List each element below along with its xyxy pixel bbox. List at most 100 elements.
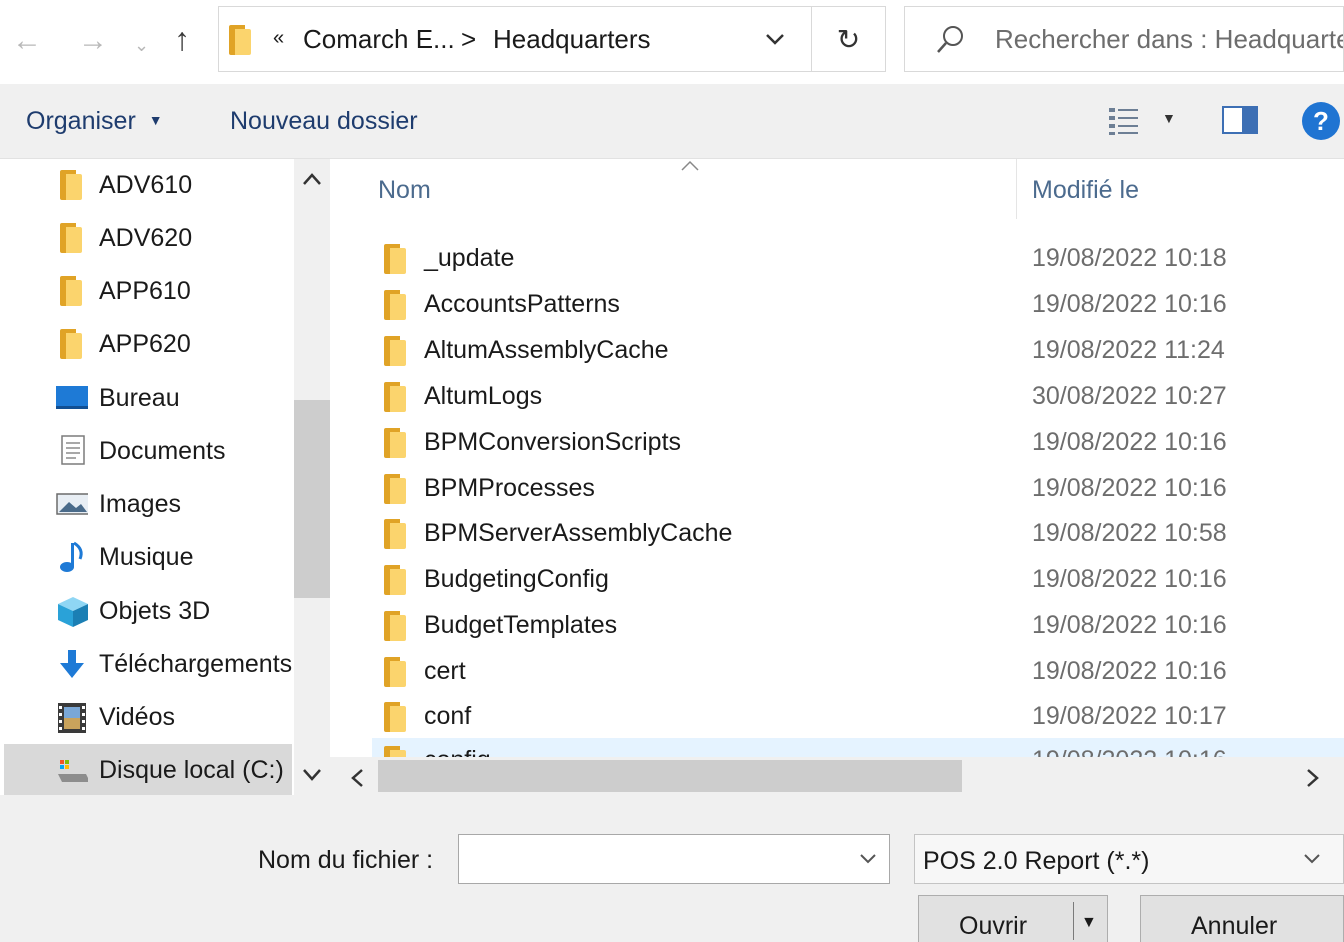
videos-icon — [58, 703, 86, 733]
help-icon[interactable]: ? — [1302, 102, 1340, 140]
file-row[interactable]: _update 19/08/2022 10:18 — [372, 236, 1344, 282]
file-modified: 19/08/2022 10:58 — [1032, 519, 1227, 547]
arrow-right-icon[interactable]: → — [78, 26, 108, 56]
nav-item-documents[interactable]: Documents — [0, 425, 294, 477]
scroll-right-icon[interactable] — [1306, 768, 1320, 788]
nav-item-app610[interactable]: APP610 — [0, 265, 294, 317]
caret-down-icon[interactable]: ▼ — [1162, 110, 1176, 126]
file-row[interactable]: AltumLogs 30/08/2022 10:27 — [372, 374, 1344, 420]
file-row[interactable]: BPMServerAssemblyCache 19/08/2022 10:58 — [372, 511, 1344, 557]
nav-item-images[interactable]: Images — [0, 478, 294, 530]
refresh-button[interactable]: ↻ — [812, 6, 886, 72]
search-placeholder: Rechercher dans : Headquarters — [995, 24, 1344, 54]
open-button[interactable]: Ouvrir ▼ — [918, 895, 1108, 942]
nav-item-label: Objets 3D — [99, 597, 211, 625]
nav-item-label: APP610 — [99, 277, 191, 305]
horizontal-scrollbar-thumb[interactable] — [378, 760, 962, 792]
breadcrumb-overflow[interactable]: « — [273, 27, 284, 50]
file-modified: 19/08/2022 10:16 — [1032, 746, 1227, 757]
file-row[interactable]: BudgetTemplates 19/08/2022 10:16 — [372, 603, 1344, 649]
file-row[interactable]: AccountsPatterns 19/08/2022 10:16 — [372, 282, 1344, 328]
view-options-icon[interactable] — [1108, 106, 1142, 136]
address-row: ← → ⌄ ↑ « Comarch E... > Headquarters ↻ … — [0, 0, 1344, 84]
folder-icon — [384, 382, 406, 412]
folder-icon — [384, 244, 406, 274]
nav-item-objets-3d[interactable]: Objets 3D — [0, 585, 294, 637]
organise-label: Organiser — [26, 107, 136, 135]
file-row[interactable]: cert 19/08/2022 10:16 — [372, 649, 1344, 695]
nav-item-bureau[interactable]: Bureau — [0, 372, 294, 424]
file-row[interactable]: BPMProcesses 19/08/2022 10:16 — [372, 466, 1344, 512]
nav-item-adv620[interactable]: ADV620 — [0, 212, 294, 264]
file-row[interactable]: BudgetingConfig 19/08/2022 10:16 — [372, 557, 1344, 603]
3d-objects-icon — [58, 597, 88, 627]
scroll-up-icon[interactable] — [302, 172, 322, 186]
nav-item-label: Disque local (C:) — [99, 756, 284, 784]
search-input[interactable]: Rechercher dans : Headquarters — [904, 6, 1344, 72]
nav-item-label: Images — [99, 490, 181, 518]
cancel-button[interactable]: Annuler — [1140, 895, 1344, 942]
file-name: AltumAssemblyCache — [424, 336, 669, 364]
desktop-icon — [56, 386, 88, 409]
filename-field[interactable] — [458, 834, 890, 884]
folder-icon — [384, 746, 406, 757]
scroll-down-icon[interactable] — [302, 768, 322, 782]
file-name: BPMConversionScripts — [424, 428, 682, 456]
folder-icon — [384, 428, 406, 458]
arrow-left-icon[interactable]: ← — [12, 26, 42, 56]
folder-icon — [384, 565, 406, 595]
file-row[interactable]: AltumAssemblyCache 19/08/2022 11:24 — [372, 328, 1344, 374]
breadcrumb-separator[interactable]: > — [461, 24, 476, 55]
file-name: AltumLogs — [424, 382, 543, 410]
file-name: BudgetTemplates — [424, 611, 618, 639]
chevron-down-icon[interactable]: ⌄ — [134, 30, 149, 60]
nav-item-telechargements[interactable]: Téléchargements — [0, 638, 294, 690]
new-folder-button[interactable]: Nouveau dossier — [230, 107, 418, 136]
folder-icon — [384, 657, 406, 687]
column-header-modified[interactable]: Modifié le — [1032, 176, 1139, 205]
chevron-down-icon[interactable] — [765, 33, 785, 47]
search-icon — [937, 26, 963, 53]
nav-item-adv610[interactable]: ADV610 — [0, 159, 294, 211]
file-row[interactable]: config 19/08/2022 10:16 — [372, 738, 1344, 757]
scroll-left-icon[interactable] — [350, 768, 364, 788]
file-modified: 19/08/2022 11:24 — [1032, 336, 1225, 364]
refresh-icon: ↻ — [836, 23, 861, 55]
file-row[interactable]: BPMConversionScripts 19/08/2022 10:16 — [372, 420, 1344, 466]
nav-item-label: Vidéos — [99, 703, 175, 731]
folder-icon — [229, 25, 251, 55]
file-modified: 19/08/2022 10:16 — [1032, 611, 1227, 639]
nav-item-videos[interactable]: Vidéos — [0, 691, 294, 743]
file-modified: 19/08/2022 10:18 — [1032, 244, 1227, 272]
nav-item-label: Téléchargements — [99, 650, 293, 678]
chevron-down-icon[interactable] — [1303, 853, 1321, 865]
nav-item-disque-local-c[interactable]: Disque local (C:) — [4, 744, 292, 796]
folder-icon — [384, 611, 406, 641]
column-divider[interactable] — [1016, 159, 1017, 219]
preview-pane-icon[interactable] — [1222, 106, 1258, 134]
nav-item-label: Documents — [99, 437, 226, 465]
caret-down-icon[interactable]: ▼ — [1081, 914, 1097, 932]
nav-item-app620[interactable]: APP620 — [0, 318, 294, 370]
nav-scrollbar-thumb[interactable] — [294, 400, 330, 598]
toolbar: Organiser ▼ Nouveau dossier ▼ ? — [0, 84, 1344, 159]
open-button-label: Ouvrir — [959, 912, 1028, 940]
nav-item-label: ADV610 — [99, 171, 193, 199]
column-header-name[interactable]: Nom — [378, 176, 431, 205]
file-name: BPMProcesses — [424, 474, 595, 502]
arrow-up-icon[interactable]: ↑ — [174, 23, 190, 55]
chevron-down-icon[interactable] — [859, 853, 877, 865]
address-box[interactable]: « Comarch E... > Headquarters — [218, 6, 812, 72]
file-name: BPMServerAssemblyCache — [424, 519, 733, 547]
folder-icon — [60, 276, 82, 306]
breadcrumb-parent[interactable]: Comarch E... — [303, 24, 455, 55]
nav-item-musique[interactable]: Musique — [0, 531, 294, 583]
folder-icon — [60, 170, 82, 200]
file-row[interactable]: conf 19/08/2022 10:17 — [372, 694, 1344, 740]
nav-item-label: ADV620 — [99, 224, 193, 252]
folder-icon — [384, 336, 406, 366]
file-type-select[interactable]: POS 2.0 Report (*.*) — [914, 834, 1344, 884]
breadcrumb-current[interactable]: Headquarters — [493, 24, 651, 55]
drive-icon — [58, 760, 88, 782]
organise-button[interactable]: Organiser ▼ — [26, 107, 163, 136]
